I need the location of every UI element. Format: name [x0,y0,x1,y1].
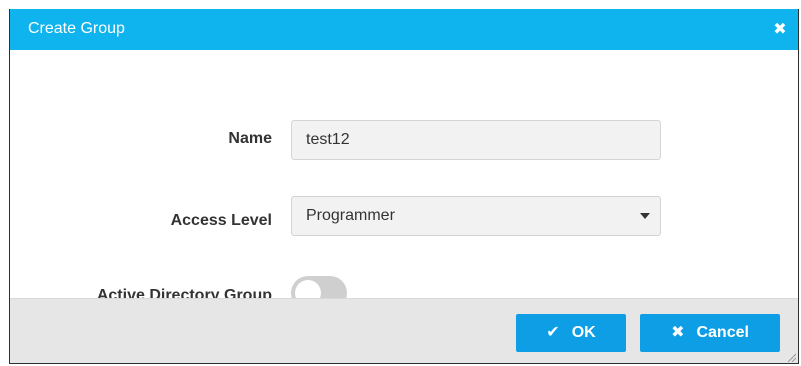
check-icon: ✔ [546,324,560,341]
name-field[interactable] [291,120,661,160]
access-level-select[interactable]: Programmer [291,196,661,236]
caret-down-icon [640,213,650,219]
cancel-button-label: Cancel [696,324,749,341]
name-label: Name [228,130,272,147]
dialog-header: Create Group ✖ [10,9,798,50]
close-icon[interactable]: ✖ [773,22,787,38]
access-level-value: Programmer [306,207,395,224]
create-group-dialog: Create Group ✖ Name Access Level Program… [9,9,799,364]
access-level-label: Access Level [170,212,272,229]
dialog-title: Create Group [28,20,125,37]
ok-button[interactable]: ✔ OK [516,314,626,352]
ok-button-label: OK [571,324,596,341]
resize-grip-icon[interactable] [786,352,796,362]
dialog-body: Name Access Level Programmer Active Dire… [10,50,798,310]
name-input[interactable] [306,122,646,158]
cancel-button[interactable]: ✖ Cancel [640,314,780,352]
x-icon: ✖ [671,324,685,341]
dialog-footer: ✔ OK ✖ Cancel [10,298,798,363]
